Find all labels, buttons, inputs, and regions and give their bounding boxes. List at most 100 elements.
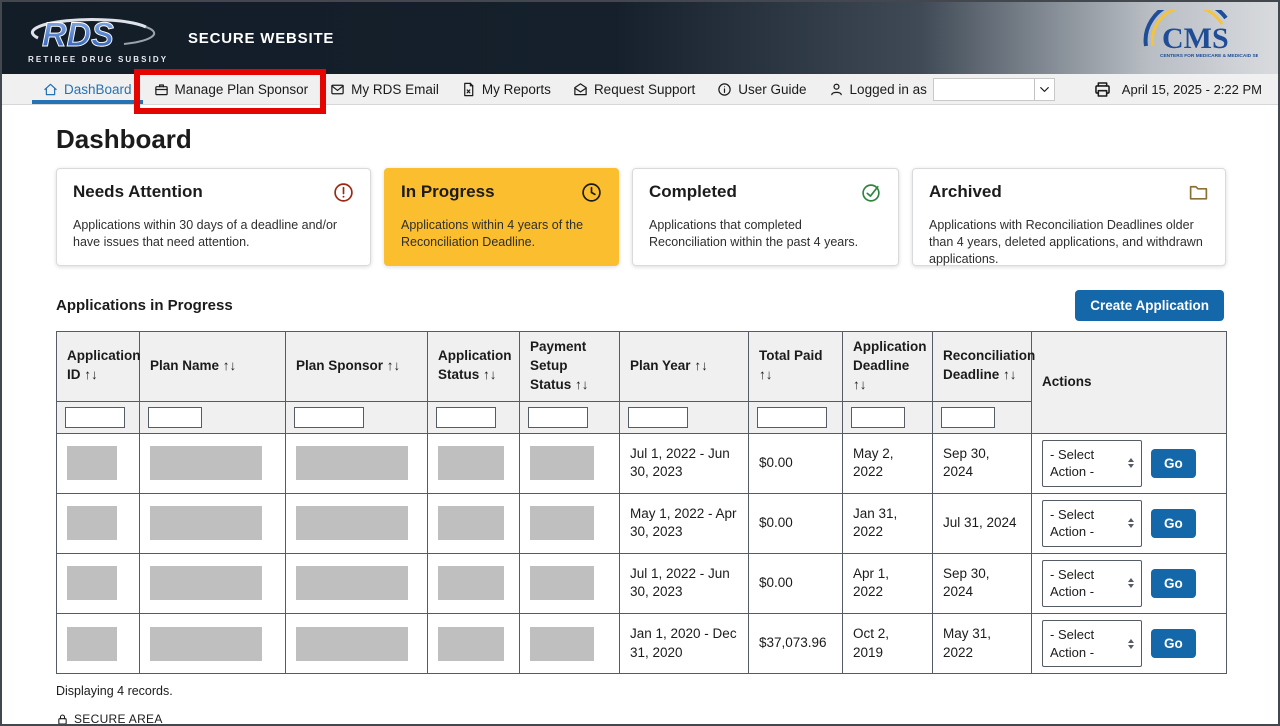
check-circle-icon (861, 182, 882, 208)
card-archived[interactable]: Archived Applications with Reconciliatio… (912, 168, 1226, 266)
logged-in-user-value (934, 79, 1034, 100)
redacted-plan-sponsor (296, 506, 408, 540)
filter-plan-year[interactable] (628, 407, 688, 428)
person-icon (829, 82, 844, 97)
sort-icon[interactable]: ↑↓ (1003, 367, 1017, 382)
dashboard-cards: Needs Attention Applications within 30 d… (56, 168, 1224, 266)
main-nav: DashBoard Manage Plan Sponsor My RDS Ema… (2, 74, 1278, 105)
card-title: Completed (649, 182, 737, 202)
sort-icon[interactable]: ↑↓ (84, 367, 98, 382)
col-header-reconciliation-deadline[interactable]: Reconciliation Deadline ↑↓ (933, 332, 1032, 402)
nav-right-block: April 15, 2025 - 2:22 PM (1093, 74, 1262, 104)
rds-logo-tagline: RETIREE DRUG SUBSIDY (28, 55, 160, 64)
go-button[interactable]: Go (1151, 629, 1196, 658)
secure-area-label: SECURE AREA (74, 712, 163, 726)
redacted-application-status (438, 446, 504, 480)
redacted-application-id (67, 446, 117, 480)
go-button[interactable]: Go (1151, 449, 1196, 478)
table-row: Jul 1, 2022 - Jun 30, 2023 $0.00 Apr 1, … (57, 553, 1227, 613)
select-updown-icon (1128, 578, 1134, 588)
card-needs-attention[interactable]: Needs Attention Applications within 30 d… (56, 168, 371, 266)
applications-section-title: Applications in Progress (56, 297, 233, 314)
card-completed[interactable]: Completed Applications that completed Re… (632, 168, 899, 266)
card-title: Archived (929, 182, 1002, 202)
filter-reconciliation-deadline[interactable] (941, 407, 995, 428)
nav-item-my-reports[interactable]: My Reports (450, 74, 562, 104)
site-header: RDS RETIREE DRUG SUBSIDY SECURE WEBSITE … (2, 2, 1278, 74)
go-button[interactable]: Go (1151, 569, 1196, 598)
total-paid-cell: $37,073.96 (749, 613, 843, 673)
redacted-application-id (67, 566, 117, 600)
envelope-icon (330, 82, 345, 97)
briefcase-icon (154, 82, 169, 97)
redacted-application-status (438, 506, 504, 540)
filter-plan-sponsor[interactable] (294, 407, 364, 428)
card-title: In Progress (401, 182, 495, 202)
col-header-application-status[interactable]: Application Status ↑↓ (428, 332, 520, 402)
svg-text:CENTERS FOR MEDICARE & MEDICAI: CENTERS FOR MEDICARE & MEDICAID SERVICES (1160, 53, 1258, 59)
cms-logo: CMS CENTERS FOR MEDICARE & MEDICAID SERV… (1140, 10, 1258, 67)
filter-application-status[interactable] (436, 407, 496, 428)
redacted-plan-sponsor (296, 566, 408, 600)
alert-circle-icon (333, 182, 354, 208)
redacted-payment-setup-status (530, 627, 594, 661)
redacted-application-id (67, 627, 117, 661)
card-title: Needs Attention (73, 182, 203, 202)
nav-label: User Guide (738, 82, 806, 97)
user-select-chevron[interactable] (1034, 79, 1054, 100)
redacted-plan-sponsor (296, 627, 408, 661)
select-updown-icon (1128, 639, 1134, 649)
col-header-plan-name[interactable]: Plan Name ↑↓ (140, 332, 286, 402)
application-deadline-cell: May 2, 2022 (843, 433, 933, 493)
col-header-total-paid[interactable]: Total Paid ↑↓ (749, 332, 843, 402)
page-title: Dashboard (56, 124, 1224, 155)
plan-year-cell: Jul 1, 2022 - Jun 30, 2023 (620, 553, 749, 613)
sort-icon[interactable]: ↑↓ (483, 367, 497, 382)
nav-label: My Reports (482, 82, 551, 97)
filter-application-id[interactable] (65, 407, 125, 428)
redacted-plan-name (150, 566, 262, 600)
current-datetime: April 15, 2025 - 2:22 PM (1122, 82, 1262, 97)
filter-application-deadline[interactable] (851, 407, 905, 428)
plan-year-cell: Jul 1, 2022 - Jun 30, 2023 (620, 433, 749, 493)
logged-in-user-select[interactable] (933, 78, 1055, 101)
action-select[interactable]: - Select Action - (1042, 500, 1142, 547)
go-button[interactable]: Go (1151, 509, 1196, 538)
action-select[interactable]: - Select Action - (1042, 560, 1142, 607)
col-header-application-deadline[interactable]: Application Deadline ↑↓ (843, 332, 933, 402)
col-header-application-id[interactable]: Application ID ↑↓ (57, 332, 140, 402)
reconciliation-deadline-cell: Sep 30, 2024 (933, 433, 1032, 493)
applications-table: Application ID ↑↓ Plan Name ↑↓ Plan Spon… (56, 331, 1227, 674)
sort-icon[interactable]: ↑↓ (759, 367, 773, 382)
nav-item-logged-in-as: Logged in as (818, 74, 1066, 104)
nav-label: Request Support (594, 82, 695, 97)
col-header-plan-year[interactable]: Plan Year ↑↓ (620, 332, 749, 402)
sort-icon[interactable]: ↑↓ (223, 358, 237, 373)
filter-payment-setup-status[interactable] (528, 407, 588, 428)
sort-icon[interactable]: ↑↓ (387, 358, 401, 373)
app-window: RDS RETIREE DRUG SUBSIDY SECURE WEBSITE … (0, 0, 1280, 726)
nav-item-my-rds-email[interactable]: My RDS Email (319, 74, 450, 104)
select-updown-icon (1128, 458, 1134, 468)
nav-item-user-guide[interactable]: User Guide (706, 74, 817, 104)
nav-item-request-support[interactable]: Request Support (562, 74, 706, 104)
printer-icon[interactable] (1093, 80, 1112, 99)
sort-icon[interactable]: ↑↓ (853, 377, 867, 392)
sort-icon[interactable]: ↑↓ (694, 358, 708, 373)
filter-plan-name[interactable] (148, 407, 202, 428)
col-header-payment-setup-status[interactable]: Payment Setup Status ↑↓ (520, 332, 620, 402)
redacted-application-status (438, 627, 504, 661)
filter-total-paid[interactable] (757, 407, 827, 428)
nav-item-dashboard[interactable]: DashBoard (32, 74, 143, 104)
action-select[interactable]: - Select Action - (1042, 440, 1142, 487)
brand-block: RDS RETIREE DRUG SUBSIDY SECURE WEBSITE (28, 13, 334, 64)
create-application-button[interactable]: Create Application (1075, 290, 1224, 321)
application-deadline-cell: Apr 1, 2022 (843, 553, 933, 613)
nav-item-manage-plan-sponsor[interactable]: Manage Plan Sponsor (143, 74, 320, 104)
card-in-progress[interactable]: In Progress Applications within 4 years … (384, 168, 619, 266)
col-header-plan-sponsor[interactable]: Plan Sponsor ↑↓ (286, 332, 428, 402)
sort-icon[interactable]: ↑↓ (575, 377, 589, 392)
action-select[interactable]: - Select Action - (1042, 620, 1142, 667)
redacted-payment-setup-status (530, 506, 594, 540)
redacted-application-id (67, 506, 117, 540)
